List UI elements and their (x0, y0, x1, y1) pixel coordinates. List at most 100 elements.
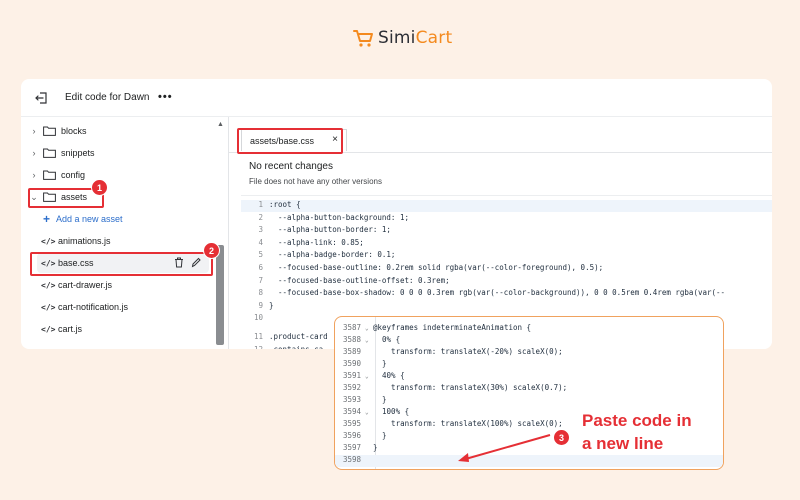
code-line: 4 --alpha-link: 0.85; (241, 238, 772, 250)
line-text: .product-card (269, 332, 328, 342)
line-text: } (269, 300, 274, 310)
no-recent-changes-subtitle: File does not have any other versions (249, 177, 382, 186)
file-cart-drawer-js[interactable]: </> cart-drawer.js (41, 275, 231, 295)
paste-instruction-line-1: Paste code in (582, 411, 692, 430)
code-file-icon: </> (41, 280, 56, 290)
line-text: --alpha-badge-border: 0.1; (269, 250, 396, 260)
code-file-icon: </> (41, 302, 56, 312)
line-number: 9 (258, 300, 263, 310)
line-text: } (373, 431, 387, 440)
code-line: 8 --focused-base-box-shadow: 0 0 0 0.3re… (241, 288, 772, 300)
snippet-line: 3587 ⌄ @keyframes indeterminateAnimation { (335, 323, 723, 335)
step-badge-2: 2 (203, 242, 220, 259)
line-text: --focused-base-box-shadow: 0 0 0 0.3rem … (269, 288, 726, 298)
line-number: 12 (241, 345, 263, 349)
line-text: 40% { (373, 371, 405, 380)
simicart-logo: SimiCart (352, 28, 452, 48)
line-number: 10 (253, 313, 263, 323)
page-title: Edit code for Dawn (65, 92, 150, 103)
line-number: 3590 (342, 359, 361, 368)
line-number: 1 (258, 200, 263, 209)
exit-icon[interactable] (35, 91, 49, 105)
folder-label: config (61, 170, 86, 180)
line-text: --alpha-button-border: 1; (269, 225, 391, 235)
code-line: 6 --focused-base-outline: 0.2rem solid r… (241, 263, 772, 275)
chevron-right-icon: › (32, 148, 36, 158)
folder-config[interactable]: › config (29, 165, 219, 185)
line-text: transform: translateX(-20%) scaleX(0); (373, 347, 563, 356)
file-label: animations.js (58, 236, 111, 246)
no-recent-changes-title: No recent changes (249, 161, 333, 172)
code-editor-window: Edit code for Dawn ••• ▲ › blocks › snip… (21, 79, 772, 349)
add-new-asset-link[interactable]: + Add a new asset (43, 209, 233, 229)
line-number: 3593 (342, 395, 361, 404)
file-label: cart-drawer.js (58, 280, 113, 290)
line-number: 2 (258, 212, 263, 222)
snippet-line: 3588 ⌄ 0% { (335, 335, 723, 347)
line-text: } (373, 395, 387, 404)
snippet-line: 3592 transform: translateX(30%) scaleX(0… (335, 383, 723, 395)
line-number: 3592 (342, 383, 361, 392)
code-file-icon: </> (41, 236, 56, 246)
more-actions-icon[interactable]: ••• (158, 91, 173, 103)
line-text: --focused-base-outline-offset: 0.3rem; (269, 275, 450, 285)
line-number: 3598 (342, 455, 361, 464)
line-text: @keyframes indeterminateAnimation { (373, 323, 532, 332)
snippet-line: 3590 } (335, 359, 723, 371)
paste-instruction-line-2: a new line (582, 434, 664, 453)
file-cart-js[interactable]: </> cart.js (41, 319, 231, 339)
code-line: 7 --focused-base-outline-offset: 0.3rem; (241, 276, 772, 288)
fold-chevron-icon: ⌄ (365, 325, 369, 332)
snippet-line: 3591 ⌄ 40% { (335, 371, 723, 383)
plus-icon: + (43, 212, 51, 226)
folder-blocks[interactable]: › blocks (29, 121, 219, 141)
sidebar-scrollbar[interactable] (216, 245, 224, 345)
line-number: 7 (258, 275, 263, 285)
line-text: transform: translateX(100%) scaleX(0); (373, 419, 563, 428)
line-text: --focused-base-outline: 0.2rem solid rgb… (269, 263, 604, 272)
line-number: 3595 (342, 419, 361, 428)
line-number: 3587 (342, 323, 361, 332)
file-label: cart-notification.js (58, 302, 129, 312)
line-text: --alpha-button-background: 1; (269, 212, 409, 222)
folder-icon (43, 170, 56, 180)
folder-icon (43, 126, 56, 136)
folder-label: snippets (61, 148, 95, 158)
line-number: 3597 (342, 443, 361, 452)
line-number: 4 (258, 237, 263, 247)
file-cart-notification-js[interactable]: </> cart-notification.js (41, 297, 231, 317)
snippet-line: 3589 transform: translateX(-20%) scaleX(… (335, 347, 723, 359)
code-line: 3 --alpha-button-border: 1; (241, 225, 772, 237)
line-number: 6 (258, 263, 263, 272)
highlight-base-css-tab (237, 128, 343, 154)
line-text: transform: translateX(30%) scaleX(0.7); (373, 383, 568, 392)
snippet-line: 3593 } (335, 395, 723, 407)
code-line: 9} (241, 301, 772, 313)
fold-chevron-icon: ⌄ (365, 337, 369, 344)
code-file-icon: </> (41, 324, 56, 334)
line-text: 100% { (373, 407, 410, 416)
line-text: 0% { (373, 335, 401, 344)
paste-instruction: Paste code in a new line (582, 409, 692, 455)
folder-icon (43, 148, 56, 158)
line-number: 3594 (342, 407, 361, 416)
editor-topbar: Edit code for Dawn ••• (21, 79, 772, 117)
fold-chevron-icon: ⌄ (365, 409, 369, 416)
line-number: 11 (253, 332, 263, 342)
simicart-logo-icon (353, 30, 373, 47)
line-text: } (373, 359, 387, 368)
folder-snippets[interactable]: › snippets (29, 143, 219, 163)
step-badge-1: 1 (91, 179, 108, 196)
highlight-base-css-file (30, 252, 213, 276)
chevron-right-icon: › (32, 126, 36, 136)
logo-text: SimiCart (378, 28, 453, 48)
line-text: .contains-ca (269, 345, 323, 349)
fold-chevron-icon: ⌄ (365, 373, 369, 380)
add-asset-label: Add a new asset (56, 214, 123, 224)
arrow-pointer-icon (458, 434, 551, 462)
step-badge-3: 3 (553, 429, 570, 446)
code-line: 2 --alpha-button-background: 1; (241, 213, 772, 225)
line-number: 3591 (342, 371, 361, 380)
line-number: 3 (258, 225, 263, 235)
code-line: 1:root { (241, 200, 772, 212)
